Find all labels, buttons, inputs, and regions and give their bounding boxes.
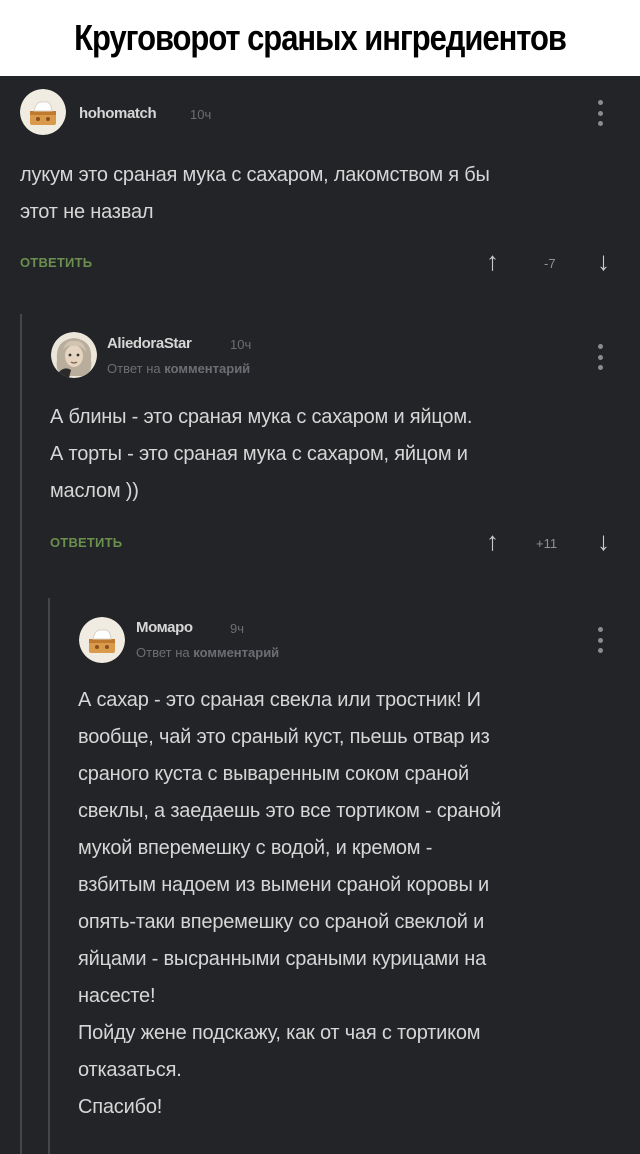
downvote-arrow-icon[interactable]: ↓ xyxy=(597,248,610,274)
comment-text: А блины - это сраная мука с сахаром и яй… xyxy=(50,399,472,510)
comment-line: лукум это сраная мука с сахаром, лакомст… xyxy=(20,164,490,186)
thread-line-level-1 xyxy=(20,314,22,1154)
comment-text: лукум это сраная мука с сахаром, лакомст… xyxy=(20,157,490,231)
meme-title: Круговорот сраных ингредиентов xyxy=(44,0,596,76)
more-options-icon[interactable] xyxy=(597,100,603,126)
upvote-arrow-icon[interactable]: ↑ xyxy=(486,248,499,274)
comment-line: сраного куста с вываренным соком сраной xyxy=(78,763,469,785)
comment-line: опять-таки вперемешку со сраной свеклой … xyxy=(78,911,485,933)
comment-score: -7 xyxy=(544,256,556,271)
comment-line: А блины - это сраная мука с сахаром и яй… xyxy=(50,406,473,428)
comment-score: +11 xyxy=(536,536,558,551)
comment-line: Спасибо! xyxy=(78,1096,163,1118)
username[interactable]: Момаро xyxy=(136,619,193,636)
comment-line: маслом )) xyxy=(50,480,139,502)
more-options-icon[interactable] xyxy=(597,627,603,653)
reply-button[interactable]: ОТВЕТИТЬ xyxy=(50,535,122,550)
comment-line: отказаться. xyxy=(78,1059,182,1081)
username[interactable]: hohomatch xyxy=(79,105,157,122)
comment-line: взбитым надоем из вымени сраной коровы и xyxy=(78,874,489,896)
username[interactable]: AliedoraStar xyxy=(107,335,192,352)
more-options-icon[interactable] xyxy=(597,344,603,370)
comment-line: А сахар - это сраная свекла или тростник… xyxy=(78,689,481,711)
avatar-icon[interactable] xyxy=(51,332,97,378)
downvote-arrow-icon[interactable]: ↓ xyxy=(597,528,610,554)
reply-to-prefix: Ответ на xyxy=(136,645,190,660)
comment-line: яйцами - высранными сраными курицами на xyxy=(78,948,487,970)
comment-line: А торты - это сраная мука с сахаром, яйц… xyxy=(50,443,468,465)
comment-time: 10ч xyxy=(190,107,212,122)
comment-line: Пойду жене подскажу, как от чая с тортик… xyxy=(78,1022,481,1044)
reply-to-link[interactable]: комментарий xyxy=(164,361,250,376)
comment-time: 9ч xyxy=(230,621,245,636)
comment-line: свеклы, а заедаешь это все тортиком - ср… xyxy=(78,800,502,822)
comment-time: 10ч xyxy=(230,337,252,352)
thread-line-level-2 xyxy=(48,598,50,1154)
comment-text: А сахар - это сраная свекла или тростник… xyxy=(78,682,501,1126)
meme-title-banner: Круговорот сраных ингредиентов xyxy=(0,0,640,76)
reply-to-link[interactable]: комментарий xyxy=(193,645,279,660)
comment-line: мукой вперемешку с водой, и кремом - xyxy=(78,837,433,859)
avatar-icon[interactable] xyxy=(79,617,125,663)
reply-button[interactable]: ОТВЕТИТЬ xyxy=(20,255,92,270)
comment-line: насесте! xyxy=(78,985,156,1007)
avatar-icon[interactable] xyxy=(20,89,66,135)
reply-to-line: Ответ на комментарий xyxy=(107,361,250,376)
upvote-arrow-icon[interactable]: ↑ xyxy=(486,528,499,554)
comment-line: этот не назвал xyxy=(20,201,154,223)
reply-to-prefix: Ответ на xyxy=(107,361,161,376)
comment-line: вообще, чай это сраный куст, пьешь отвар… xyxy=(78,726,490,748)
reply-to-line: Ответ на комментарий xyxy=(136,645,279,660)
